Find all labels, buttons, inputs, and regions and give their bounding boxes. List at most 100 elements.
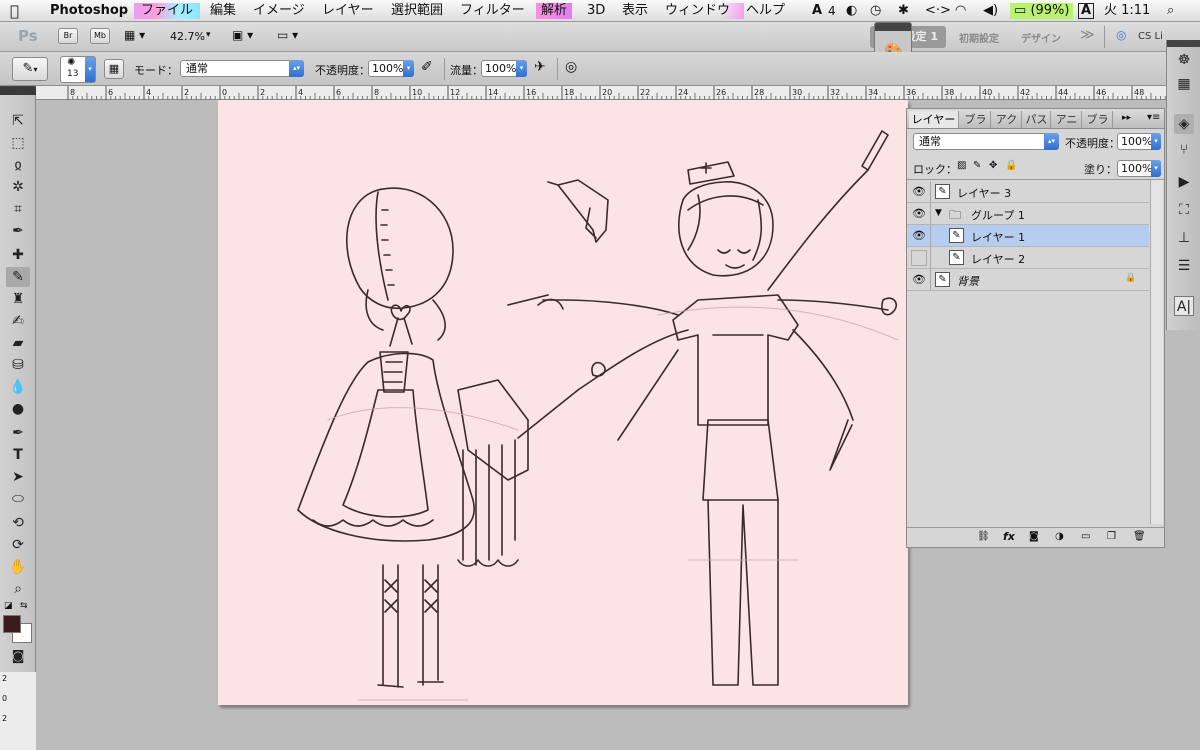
apple-menu-icon[interactable]:  [10, 3, 19, 19]
clock[interactable]: 火 1:11 [1104, 3, 1150, 19]
dodge-tool-icon[interactable]: ● [6, 399, 30, 419]
flow-input[interactable]: 100% ▾ [481, 60, 527, 77]
vertical-ruler[interactable]: 2 0 2 [0, 672, 36, 750]
tool-preset-picker[interactable]: ✎▾ [12, 57, 48, 81]
battery-status[interactable]: ▭ (99%) [1010, 3, 1074, 19]
network-arrows-icon[interactable]: <·> [925, 3, 951, 19]
usb-device-icon[interactable]: ⑂ [1174, 140, 1194, 160]
marquee-tool-icon[interactable]: ⬚ [6, 133, 30, 153]
panel-menu-icon[interactable]: ▾≡ [1147, 112, 1160, 123]
path-selection-tool-icon[interactable]: ➤ [6, 467, 30, 487]
tablet-pressure-opacity-icon[interactable]: ✐ [421, 59, 433, 75]
tab-paths[interactable]: パス [1023, 111, 1051, 128]
menu-layer[interactable]: レイヤー [322, 3, 374, 19]
menu-edit[interactable]: 編集 [210, 3, 236, 19]
adobe-updater-icon[interactable]: A [812, 3, 822, 19]
sync-icon[interactable]: ◐ [846, 3, 857, 19]
crop-tool-icon[interactable]: ⌗ [6, 199, 30, 219]
quick-mask-icon[interactable]: ◙ [6, 647, 30, 667]
tab-brush[interactable]: ブラ [961, 111, 991, 128]
palette-titlebar[interactable] [875, 23, 911, 31]
link-layers-icon[interactable]: ⛓ [977, 531, 990, 542]
wifi-icon[interactable]: ◠ [955, 3, 966, 19]
time-machine-icon[interactable]: ◷ [870, 3, 881, 19]
clone-stamp-tool-icon[interactable]: ♜ [6, 289, 30, 309]
cs-live-icon[interactable]: ◎ [1116, 28, 1126, 42]
add-mask-icon[interactable]: ◙ [1029, 531, 1039, 542]
workspace-design[interactable]: デザイン [1021, 30, 1061, 45]
layer-row[interactable]: 👁 ▼ 🗀 グループ 1 [907, 203, 1149, 225]
tab-layers[interactable]: レイヤー [909, 111, 959, 128]
ellipse-tool-icon[interactable]: ⬭ [6, 489, 30, 509]
collapse-panel-icon[interactable]: ▸▸ [1122, 113, 1131, 123]
menu-help[interactable]: ヘルプ [746, 3, 785, 19]
move-tool-icon[interactable]: ⇱ [6, 111, 30, 131]
volume-icon[interactable]: ◀) [983, 3, 998, 19]
bridge-button[interactable]: Br [58, 28, 78, 44]
tab-animation[interactable]: アニ [1052, 111, 1082, 128]
input-method-icon[interactable]: A [1078, 3, 1095, 19]
clone-source-icon[interactable]: ⊥ [1174, 228, 1194, 248]
menu-file[interactable]: ファイル [134, 3, 201, 19]
tab-brush-presets[interactable]: ブラ [1083, 111, 1113, 128]
layer-opacity-input[interactable]: 100% ▾ [1117, 133, 1161, 150]
history-brush-tool-icon[interactable]: ✍ [6, 311, 30, 331]
adjustments-sliders-icon[interactable]: ☰ [1174, 256, 1194, 276]
play-actions-icon[interactable]: ▶ [1174, 172, 1194, 192]
dock-titlebar[interactable] [1167, 40, 1200, 47]
hand-tool-icon[interactable]: ✋ [6, 557, 30, 577]
workspace-essentials[interactable]: 初期設定 [959, 30, 999, 45]
new-group-icon[interactable]: ▭ [1081, 531, 1090, 542]
transform-icon[interactable]: ⛶ [1174, 200, 1194, 220]
zoom-level[interactable]: 42.7% [170, 30, 205, 43]
fx-icon[interactable]: fx [1003, 530, 1015, 543]
default-colors-icon[interactable]: ◪ [4, 601, 13, 611]
layer-row[interactable]: ✎ レイヤー 2 [907, 247, 1149, 269]
layers-scrollbar[interactable] [1150, 180, 1163, 524]
lock-position-icon[interactable]: ✥ [989, 160, 997, 171]
brush-preset-picker[interactable]: ✺ 13 ▾ [60, 56, 96, 83]
eraser-tool-icon[interactable]: ▰ [6, 333, 30, 353]
view-extras-icon[interactable]: ▦ ▾ [124, 28, 145, 42]
layer-row[interactable]: 👁 ✎ レイヤー 3 [907, 181, 1149, 203]
spot-healing-tool-icon[interactable]: ✚ [6, 245, 30, 265]
lasso-tool-icon[interactable]: ჲ [6, 155, 30, 175]
screen-mode-icon[interactable]: ▭ ▾ [277, 28, 298, 42]
eyedropper-tool-icon[interactable]: ✒ [6, 221, 30, 241]
brush-tool-icon[interactable]: ✎ [6, 267, 30, 287]
menu-window[interactable]: ウィンドウ [665, 3, 745, 19]
menu-image[interactable]: イメージ [253, 3, 305, 19]
swatches-icon[interactable]: ▦ [1174, 74, 1194, 94]
tablet-pressure-size-icon[interactable]: ◎ [565, 59, 577, 75]
airbrush-icon[interactable]: ✈ [534, 59, 546, 75]
blur-tool-icon[interactable]: 💧 [6, 377, 30, 397]
lock-transparency-icon[interactable]: ▨ [957, 160, 966, 171]
character-panel-icon[interactable]: A| [1174, 296, 1194, 316]
lock-pixels-icon[interactable]: ✎ [973, 160, 981, 171]
foreground-color-swatch[interactable] [3, 615, 21, 633]
trash-icon[interactable]: 🗑 [1133, 531, 1146, 542]
expand-group-icon[interactable]: ▼ [935, 208, 942, 218]
visibility-eye-icon[interactable]: 👁 [911, 272, 927, 288]
layers-panel-icon[interactable]: ◈ [1174, 114, 1194, 134]
tab-actions[interactable]: アク [992, 111, 1022, 128]
3d-orbit-tool-icon[interactable]: ⟳ [6, 535, 30, 555]
opacity-input[interactable]: 100% ▾ [368, 60, 414, 77]
arrange-documents-icon[interactable]: ▣ ▾ [232, 28, 253, 42]
fill-input[interactable]: 100% ▾ [1117, 160, 1161, 177]
mini-bridge-button[interactable]: Mb [90, 28, 110, 44]
more-workspaces-button[interactable]: ≫ [1080, 27, 1095, 43]
paint-bucket-tool-icon[interactable]: ⛁ [6, 355, 30, 375]
visibility-eye-icon[interactable]: 👁 [911, 184, 927, 200]
cs-live-label[interactable]: CS Li [1138, 31, 1163, 42]
layer-row[interactable]: 👁 ✎ 背景 🔒 [907, 269, 1149, 291]
layer-row[interactable]: 👁 ✎ レイヤー 1 [907, 225, 1149, 247]
3d-rotate-tool-icon[interactable]: ⟲ [6, 513, 30, 533]
blend-mode-select[interactable]: 通常 ▴▾ [180, 60, 304, 77]
menu-3d[interactable]: 3D [587, 3, 605, 19]
horizontal-ruler[interactable]: 8 6 4 2 0 2 4 6 8 10 12 14 16 18 20 22 24 26 28 30 32 34 36 38 4… [36, 86, 1166, 100]
visibility-eye-icon[interactable] [911, 250, 927, 266]
pen-tool-icon[interactable]: ✒ [6, 423, 30, 443]
spotlight-search-icon[interactable]: ⌕ [1167, 3, 1174, 19]
document-canvas[interactable] [218, 100, 908, 705]
